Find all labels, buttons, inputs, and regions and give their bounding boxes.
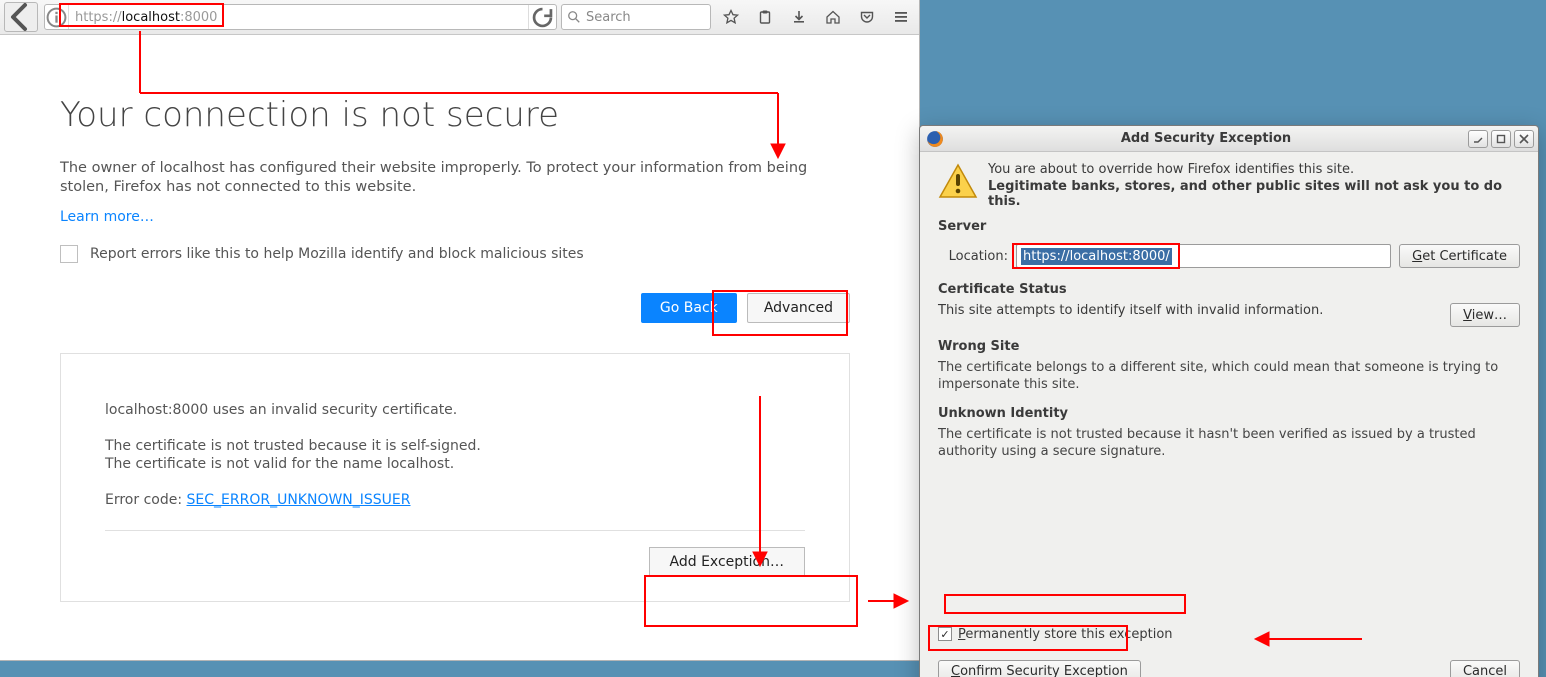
dialog-warning-line1: You are about to override how Firefox id…	[988, 162, 1520, 177]
error-page: Your connection is not secure The owner …	[0, 35, 919, 660]
url-protocol: https://	[75, 10, 122, 25]
cancel-button[interactable]: Cancel	[1450, 660, 1520, 677]
browser-window: https:// localhost :8000 Search	[0, 0, 920, 661]
certificate-status-row: This site attempts to identify itself wi…	[938, 303, 1520, 327]
url-bar[interactable]: https:// localhost :8000	[44, 4, 557, 30]
bookmark-star-icon[interactable]	[717, 4, 745, 30]
dialog-window-buttons	[1468, 130, 1534, 148]
add-exception-button[interactable]: Add Exception…	[649, 547, 805, 577]
server-heading: Server	[938, 219, 1520, 234]
browser-toolbar: https:// localhost :8000 Search	[0, 0, 919, 35]
dialog-warning-text: You are about to override how Firefox id…	[988, 162, 1520, 209]
page-title: Your connection is not secure	[60, 95, 859, 135]
dialog-maximize-button[interactable]	[1491, 130, 1511, 148]
cert-line-3: The certificate is not valid for the nam…	[105, 456, 805, 472]
dialog-minimize-button[interactable]	[1468, 130, 1488, 148]
permanently-store-checkbox[interactable]: ✓	[938, 627, 952, 641]
location-value-selected: https://localhost:8000/	[1021, 248, 1172, 265]
add-security-exception-dialog: Add Security Exception You ar	[919, 125, 1539, 677]
dialog-titlebar[interactable]: Add Security Exception	[920, 126, 1538, 152]
dialog-warning-line2: Legitimate banks, stores, and other publ…	[988, 179, 1520, 209]
url-host: localhost	[122, 10, 180, 25]
search-placeholder: Search	[586, 10, 631, 25]
back-button[interactable]	[4, 2, 38, 32]
menu-icon[interactable]	[887, 4, 915, 30]
firefox-icon	[926, 130, 944, 148]
permanently-store-label: Permanently store this exception	[958, 627, 1173, 642]
reload-button[interactable]	[528, 4, 556, 30]
dialog-close-button[interactable]	[1514, 130, 1534, 148]
site-info-icon[interactable]	[45, 5, 69, 29]
pocket-icon[interactable]	[853, 4, 881, 30]
search-icon	[567, 10, 581, 24]
certificate-status-heading: Certificate Status	[938, 282, 1520, 297]
button-row: Go Back Advanced	[60, 293, 850, 323]
confirm-security-exception-button[interactable]: Confirm Security Exception	[938, 660, 1141, 677]
certificate-details-box: localhost:8000 uses an invalid security …	[60, 353, 850, 602]
wrong-site-heading: Wrong Site	[938, 339, 1520, 354]
cert-error-code-row: Error code: SEC_ERROR_UNKNOWN_ISSUER	[105, 492, 805, 508]
page-description: The owner of localhost has configured th…	[60, 159, 850, 197]
dialog-body: You are about to override how Firefox id…	[920, 152, 1538, 677]
warning-icon	[938, 162, 978, 202]
search-bar[interactable]: Search	[561, 4, 711, 30]
advanced-button[interactable]: Advanced	[747, 293, 850, 323]
location-label: Location:	[938, 249, 1008, 264]
url-text[interactable]: https:// localhost :8000	[69, 10, 528, 25]
learn-more-link[interactable]: Learn more…	[60, 209, 154, 225]
dialog-action-row: Confirm Security Exception Cancel	[938, 660, 1520, 677]
clipboard-icon[interactable]	[751, 4, 779, 30]
unknown-identity-body: The certificate is not trusted because i…	[938, 427, 1520, 461]
cert-line-2: The certificate is not trusted because i…	[105, 438, 805, 454]
certificate-status-text: This site attempts to identify itself wi…	[938, 303, 1440, 318]
report-errors-row: Report errors like this to help Mozilla …	[60, 245, 859, 263]
dialog-warning-row: You are about to override how Firefox id…	[938, 162, 1520, 209]
url-bar-wrap: https:// localhost :8000 Search	[44, 4, 711, 30]
downloads-icon[interactable]	[785, 4, 813, 30]
cert-error-code-link[interactable]: SEC_ERROR_UNKNOWN_ISSUER	[187, 492, 411, 508]
go-back-button[interactable]: Go Back	[641, 293, 737, 323]
home-icon[interactable]	[819, 4, 847, 30]
location-row: Location: https://localhost:8000/ Get Ce…	[938, 244, 1520, 268]
unknown-identity-heading: Unknown Identity	[938, 406, 1520, 421]
report-errors-checkbox[interactable]	[60, 245, 78, 263]
view-certificate-button[interactable]: View…	[1450, 303, 1520, 327]
cert-error-code-prefix: Error code:	[105, 492, 187, 508]
get-certificate-button[interactable]: Get Certificate	[1399, 244, 1520, 268]
report-errors-label: Report errors like this to help Mozilla …	[90, 246, 584, 262]
permanently-store-row: ✓ Permanently store this exception	[938, 627, 1520, 642]
dialog-title: Add Security Exception	[944, 131, 1468, 146]
wrong-site-body: The certificate belongs to a different s…	[938, 360, 1520, 394]
url-port: :8000	[180, 10, 217, 25]
cert-footer: Add Exception…	[105, 530, 805, 577]
location-input[interactable]: https://localhost:8000/	[1016, 244, 1391, 268]
cert-line-1: localhost:8000 uses an invalid security …	[105, 402, 805, 418]
